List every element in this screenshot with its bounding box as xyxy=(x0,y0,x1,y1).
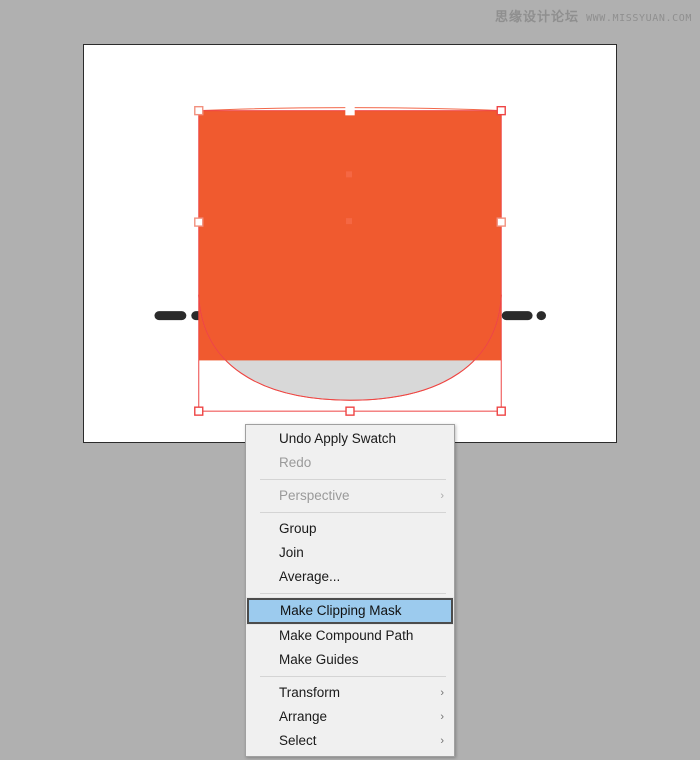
menu-item-group[interactable]: Group xyxy=(246,517,454,541)
menu-separator xyxy=(260,676,446,677)
menu-item-perspective: Perspective › xyxy=(246,484,454,508)
watermark-url: WWW.MISSYUAN.COM xyxy=(586,13,692,24)
menu-item-make-clipping-mask[interactable]: Make Clipping Mask xyxy=(246,597,454,625)
menu-item-join[interactable]: Join xyxy=(246,541,454,565)
illustrator-artboard[interactable] xyxy=(83,44,617,443)
handle-middle-left[interactable] xyxy=(194,217,204,227)
menu-item-select[interactable]: Select › xyxy=(246,729,454,753)
menu-item-make-guides[interactable]: Make Guides xyxy=(246,648,454,672)
menu-item-label: Group xyxy=(279,521,317,536)
handle-bottom-right[interactable] xyxy=(496,406,506,416)
chevron-right-icon: › xyxy=(440,490,444,502)
menu-item-label: Transform xyxy=(279,685,341,700)
menu-item-label: Average... xyxy=(279,569,341,584)
illustrator-context-menu[interactable]: Undo Apply Swatch Redo Perspective › Group Jo… xyxy=(245,424,455,757)
handle-top-center[interactable] xyxy=(345,105,355,116)
watermark-brand: 思缘设计论坛 xyxy=(495,10,580,25)
chevron-right-icon: › xyxy=(440,687,444,699)
menu-item-make-compound-path[interactable]: Make Compound Path xyxy=(246,624,454,648)
menu-item-label: Make Clipping Mask xyxy=(280,603,402,618)
menu-item-average[interactable]: Average... xyxy=(246,565,454,589)
menu-item-arrange[interactable]: Arrange › xyxy=(246,705,454,729)
menu-item-label: Undo Apply Swatch xyxy=(279,431,397,446)
orange-rectangle[interactable] xyxy=(198,110,502,361)
menu-item-label: Perspective xyxy=(279,488,350,503)
menu-item-label: Select xyxy=(279,733,317,748)
handle-top-left[interactable] xyxy=(194,105,204,116)
menu-item-label: Make Guides xyxy=(279,652,359,667)
menu-item-label: Redo xyxy=(279,455,312,470)
menu-item-label: Make Compound Path xyxy=(279,628,414,643)
handle-bottom-center[interactable] xyxy=(345,406,355,416)
chevron-right-icon: › xyxy=(440,735,444,747)
watermark: 思缘设计论坛 WWW.MISSYUAN.COM xyxy=(495,6,692,25)
menu-item-undo-apply-swatch[interactable]: Undo Apply Swatch xyxy=(246,427,454,451)
menu-item-transform[interactable]: Transform › xyxy=(246,681,454,705)
handle-bottom-left[interactable] xyxy=(194,406,204,416)
artwork-canvas[interactable] xyxy=(84,45,616,442)
menu-separator xyxy=(260,593,446,594)
menu-item-label: Join xyxy=(279,545,304,560)
handle-top-right[interactable] xyxy=(496,105,506,116)
chevron-right-icon: › xyxy=(440,711,444,723)
menu-item-label: Arrange xyxy=(279,709,328,724)
menu-separator xyxy=(260,512,446,513)
menu-separator xyxy=(260,479,446,480)
handle-middle-right[interactable] xyxy=(496,217,506,227)
menu-item-redo: Redo xyxy=(246,451,454,475)
